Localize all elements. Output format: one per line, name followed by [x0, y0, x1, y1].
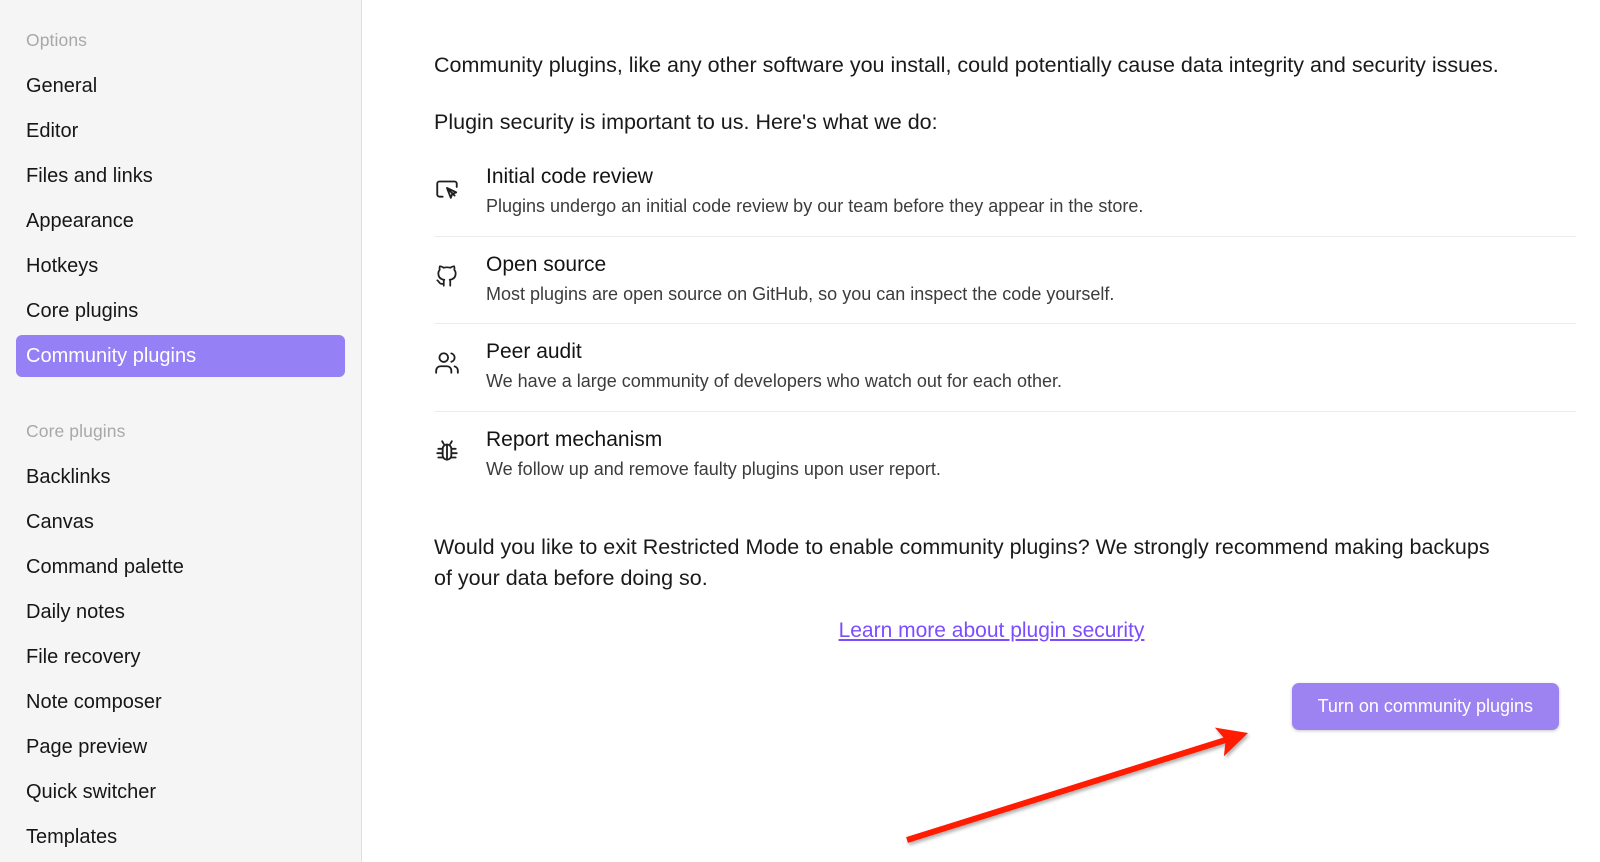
feature-description: Plugins undergo an initial code review b… — [486, 196, 1144, 217]
turn-on-community-plugins-button[interactable]: Turn on community plugins — [1291, 683, 1559, 731]
mouse-pointer-square-icon — [434, 163, 486, 201]
sidebar-options-list: General Editor Files and links Appearanc… — [16, 65, 345, 377]
learn-more-row: Learn more about plugin security — [434, 619, 1549, 643]
security-lead-paragraph: Plugin security is important to us. Here… — [434, 109, 938, 134]
users-icon — [434, 338, 486, 376]
sidebar-item-core-plugins[interactable]: Core plugins — [16, 290, 345, 332]
bug-icon — [434, 426, 486, 464]
settings-sidebar: Options General Editor Files and links A… — [0, 0, 362, 862]
intro-paragraph: Community plugins, like any other softwa… — [434, 53, 1499, 77]
feature-title: Initial code review — [486, 165, 653, 189]
community-plugins-panel: Community plugins, like any other softwa… — [362, 0, 1600, 862]
github-icon — [434, 251, 486, 289]
sidebar-item-general[interactable]: General — [16, 65, 345, 107]
learn-more-about-plugin-security-link[interactable]: Learn more about plugin security — [839, 619, 1145, 642]
sidebar-item-command-palette[interactable]: Command palette — [16, 546, 345, 588]
feature-initial-code-review: Initial code review Plugins undergo an i… — [434, 159, 1576, 237]
feature-text: Open source Most plugins are open source… — [486, 251, 1576, 308]
feature-description: We follow up and remove faulty plugins u… — [486, 458, 941, 479]
settings-window: Options General Editor Files and links A… — [0, 0, 1600, 862]
feature-text: Peer audit We have a large community of … — [486, 338, 1576, 395]
feature-description: Most plugins are open source on GitHub, … — [486, 283, 1115, 304]
sidebar-section-core-plugins-heading: Core plugins — [26, 421, 126, 441]
sidebar-item-note-composer[interactable]: Note composer — [16, 681, 345, 723]
sidebar-item-daily-notes[interactable]: Daily notes — [16, 591, 345, 633]
action-row: Turn on community plugins — [434, 683, 1559, 731]
sidebar-item-files-and-links[interactable]: Files and links — [16, 155, 345, 197]
feature-report-mechanism: Report mechanism We follow up and remove… — [434, 412, 1576, 499]
closing-paragraph: Would you like to exit Restricted Mode t… — [434, 535, 1490, 590]
feature-title: Open source — [486, 252, 607, 276]
feature-title: Report mechanism — [486, 427, 663, 451]
feature-title: Peer audit — [486, 340, 582, 364]
sidebar-item-page-preview[interactable]: Page preview — [16, 726, 345, 768]
sidebar-item-quick-switcher[interactable]: Quick switcher — [16, 771, 345, 813]
sidebar-item-editor[interactable]: Editor — [16, 110, 345, 152]
sidebar-item-hotkeys[interactable]: Hotkeys — [16, 245, 345, 287]
sidebar-core-plugins-list: Backlinks Canvas Command palette Daily n… — [16, 456, 345, 858]
sidebar-item-file-recovery[interactable]: File recovery — [16, 636, 345, 678]
feature-description: We have a large community of developers … — [486, 371, 1062, 392]
sidebar-item-canvas[interactable]: Canvas — [16, 501, 345, 543]
sidebar-item-templates[interactable]: Templates — [16, 816, 345, 858]
sidebar-item-backlinks[interactable]: Backlinks — [16, 456, 345, 498]
sidebar-section-options-heading: Options — [26, 30, 88, 50]
feature-text: Report mechanism We follow up and remove… — [486, 426, 1576, 483]
security-feature-list: Initial code review Plugins undergo an i… — [434, 159, 1576, 498]
feature-text: Initial code review Plugins undergo an i… — [486, 163, 1576, 220]
sidebar-item-community-plugins[interactable]: Community plugins — [16, 335, 345, 377]
feature-peer-audit: Peer audit We have a large community of … — [434, 324, 1576, 412]
sidebar-item-appearance[interactable]: Appearance — [16, 200, 345, 242]
feature-open-source: Open source Most plugins are open source… — [434, 237, 1576, 325]
